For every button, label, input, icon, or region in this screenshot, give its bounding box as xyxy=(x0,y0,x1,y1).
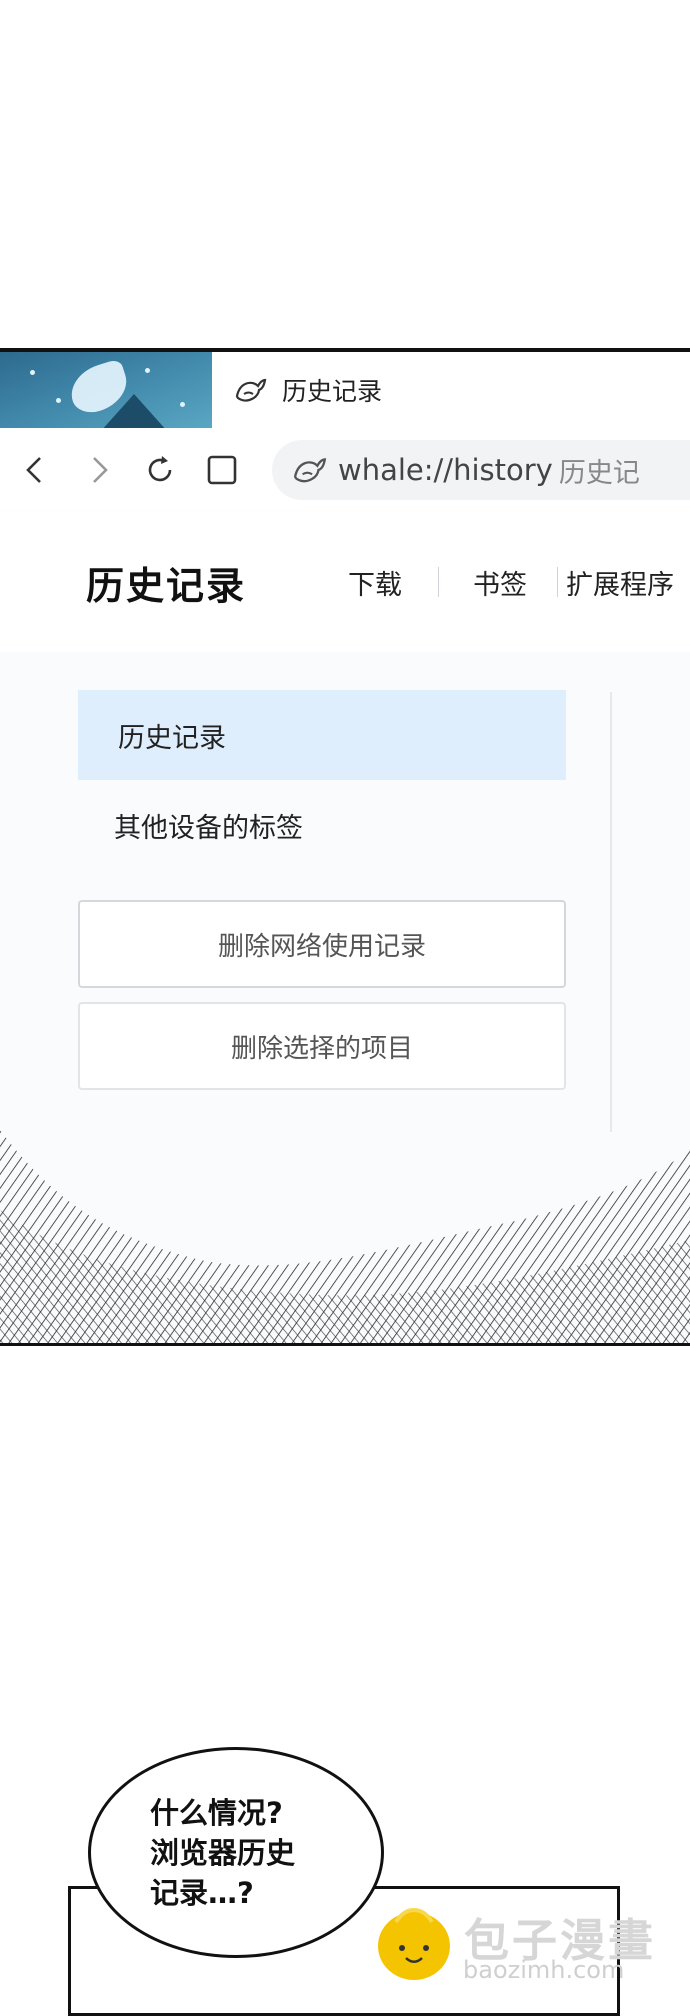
browser-toolbar: whale://history 历史记 xyxy=(0,428,690,513)
history-content: 历史记录 其他设备的标签 删除网络使用记录 删除选择的项目 xyxy=(0,652,690,1343)
history-page-header: 历史记录 下载 书签 扩展程序 xyxy=(0,512,690,652)
header-divider xyxy=(557,567,559,597)
forward-button[interactable] xyxy=(72,444,124,496)
back-button[interactable] xyxy=(10,444,62,496)
forward-arrow-icon xyxy=(93,457,108,483)
reload-button[interactable] xyxy=(134,444,186,496)
tab-title: 历史记录 xyxy=(282,377,383,406)
header-divider xyxy=(438,567,440,597)
tab-overview-button[interactable] xyxy=(196,444,248,496)
sidebar-item-history[interactable]: 历史记录 xyxy=(78,690,566,780)
address-url: whale://history xyxy=(338,453,553,487)
tab-strip: 历史记录 xyxy=(0,352,690,428)
clear-browsing-data-button[interactable]: 删除网络使用记录 xyxy=(78,900,566,988)
watermark-domain: baozimh.com xyxy=(463,1956,625,1984)
reload-icon xyxy=(148,456,172,482)
sidebar-item-label: 其他设备的标签 xyxy=(114,812,303,844)
address-bar[interactable]: whale://history 历史记 xyxy=(272,440,690,500)
sidebar-item-other-devices[interactable]: 其他设备的标签 xyxy=(78,780,566,870)
inactive-tab-artwork[interactable] xyxy=(0,352,212,428)
browser-screenshot-panel: 历史记录 whale://history 历史记 历史记录 下载 书签 扩展程序 xyxy=(0,348,690,1346)
whale-icon xyxy=(292,455,328,485)
nav-link-bookmarks[interactable]: 书签 xyxy=(473,563,527,602)
nav-link-downloads[interactable]: 下载 xyxy=(348,563,402,602)
square-icon xyxy=(207,455,237,485)
speech-bubble-text: 什么情况? 浏览器历史 记录…? xyxy=(150,1796,296,1910)
whale-icon xyxy=(234,376,268,404)
address-page-title: 历史记 xyxy=(558,457,640,489)
tab-history[interactable]: 历史记录 xyxy=(212,352,690,428)
sidebar-item-label: 历史记录 xyxy=(118,722,226,754)
delete-selected-button[interactable]: 删除选择的项目 xyxy=(78,1002,566,1090)
screen-glitch-texture xyxy=(0,1130,690,1343)
page-title: 历史记录 xyxy=(86,563,247,608)
nav-link-extensions[interactable]: 扩展程序 xyxy=(566,563,674,602)
back-arrow-icon xyxy=(26,457,41,483)
content-divider xyxy=(610,692,612,1132)
